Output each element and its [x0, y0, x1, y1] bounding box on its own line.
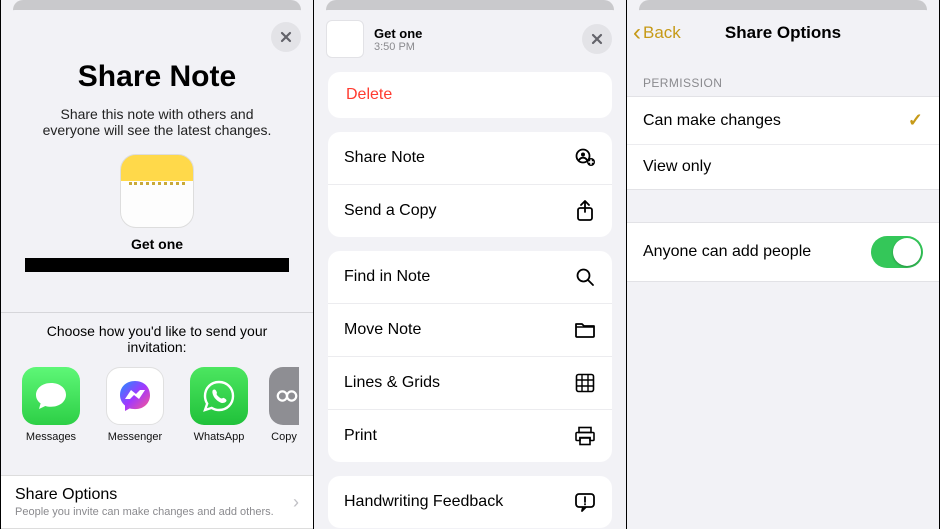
find-in-note-row[interactable]: Find in Note: [328, 251, 612, 303]
share-app-row: Messages Messenger: [1, 367, 313, 443]
print-label: Print: [344, 427, 377, 445]
handwriting-feedback-label: Handwriting Feedback: [344, 493, 503, 511]
collaborate-icon: [574, 147, 596, 169]
send-copy-label: Send a Copy: [344, 202, 437, 220]
share-options-sheet: ‹ Back Share Options PERMISSION Can make…: [627, 10, 939, 529]
send-copy-row[interactable]: Send a Copy: [328, 184, 612, 237]
invitation-section: Choose how you'd like to send your invit…: [1, 312, 313, 529]
permission-can-make-changes[interactable]: Can make changes ✓: [627, 97, 939, 144]
permission-view-only[interactable]: View only: [627, 144, 939, 189]
copy-icon: [269, 367, 299, 425]
share-note-subtitle: Share this note with others and everyone…: [35, 106, 279, 138]
app-messages[interactable]: Messages: [17, 367, 85, 443]
note-header-timestamp: 3:50 PM: [374, 41, 422, 53]
app-whatsapp-label: WhatsApp: [185, 431, 253, 443]
note-title-label: Get one: [1, 236, 313, 252]
share-icon: [574, 200, 596, 222]
choose-invitation-label: Choose how you'd like to send your invit…: [31, 323, 283, 355]
find-in-note-label: Find in Note: [344, 268, 430, 286]
share-note-panel: Share Note Share this note with others a…: [0, 0, 313, 529]
app-copy-label: Copy: [269, 431, 299, 443]
lines-grids-label: Lines & Grids: [344, 374, 440, 392]
chevron-right-icon: ›: [293, 492, 299, 513]
share-note-title: Share Note: [1, 60, 313, 94]
search-icon: [574, 266, 596, 288]
share-options-title: Share Options: [15, 486, 293, 504]
messages-icon: [22, 367, 80, 425]
nav-bar: ‹ Back Share Options: [627, 10, 939, 56]
permission-section-label: PERMISSION: [643, 76, 923, 90]
handwriting-feedback-row[interactable]: Handwriting Feedback: [328, 476, 612, 528]
note-actions-sheet: Get one 3:50 PM Delete Share Note Send a…: [314, 10, 626, 529]
app-messages-label: Messages: [17, 431, 85, 443]
anyone-can-add-row[interactable]: Anyone can add people: [627, 223, 939, 281]
back-label: Back: [643, 23, 681, 43]
note-header-title: Get one: [374, 26, 422, 41]
feedback-icon: [574, 491, 596, 513]
close-icon: [590, 32, 604, 46]
messenger-icon: [106, 367, 164, 425]
app-messenger[interactable]: Messenger: [101, 367, 169, 443]
delete-button[interactable]: Delete: [328, 72, 612, 118]
close-icon: [279, 30, 293, 44]
checkmark-icon: ✓: [908, 110, 923, 131]
app-messenger-label: Messenger: [101, 431, 169, 443]
folder-icon: [574, 319, 596, 341]
action-group-feedback: Handwriting Feedback: [328, 476, 612, 528]
move-note-row[interactable]: Move Note: [328, 303, 612, 356]
app-whatsapp[interactable]: WhatsApp: [185, 367, 253, 443]
share-note-row[interactable]: Share Note: [328, 132, 612, 184]
move-note-label: Move Note: [344, 321, 421, 339]
permission-list: Can make changes ✓ View only: [627, 96, 939, 190]
share-options-button[interactable]: Share Options People you invite can make…: [1, 475, 313, 529]
note-thumbnail: [326, 20, 364, 58]
whatsapp-icon: [190, 367, 248, 425]
close-button[interactable]: [582, 24, 612, 54]
action-group-edit: Find in Note Move Note Lines & Grids Pri…: [328, 251, 612, 462]
lines-grids-row[interactable]: Lines & Grids: [328, 356, 612, 409]
delete-label: Delete: [346, 86, 392, 103]
share-note-label: Share Note: [344, 149, 425, 167]
grid-icon: [574, 372, 596, 394]
app-copy-partial[interactable]: Copy: [269, 367, 299, 443]
note-header: Get one 3:50 PM: [314, 10, 626, 72]
permission-view-only-label: View only: [643, 158, 711, 176]
back-button[interactable]: ‹ Back: [627, 23, 681, 43]
notes-app-icon: [120, 154, 194, 228]
share-options-panel: ‹ Back Share Options PERMISSION Can make…: [626, 0, 939, 529]
redacted-bar: [25, 258, 289, 272]
print-row[interactable]: Print: [328, 409, 612, 462]
anyone-add-list: Anyone can add people: [627, 222, 939, 282]
share-note-sheet: Share Note Share this note with others a…: [1, 10, 313, 529]
share-options-subtitle: People you invite can make changes and a…: [15, 506, 293, 518]
anyone-can-add-label: Anyone can add people: [643, 243, 811, 261]
action-group-share: Share Note Send a Copy: [328, 132, 612, 237]
print-icon: [574, 425, 596, 447]
note-actions-panel: Get one 3:50 PM Delete Share Note Send a…: [313, 0, 626, 529]
permission-can-change-label: Can make changes: [643, 112, 781, 130]
toggle-switch-on[interactable]: [871, 236, 923, 268]
close-button[interactable]: [271, 22, 301, 52]
